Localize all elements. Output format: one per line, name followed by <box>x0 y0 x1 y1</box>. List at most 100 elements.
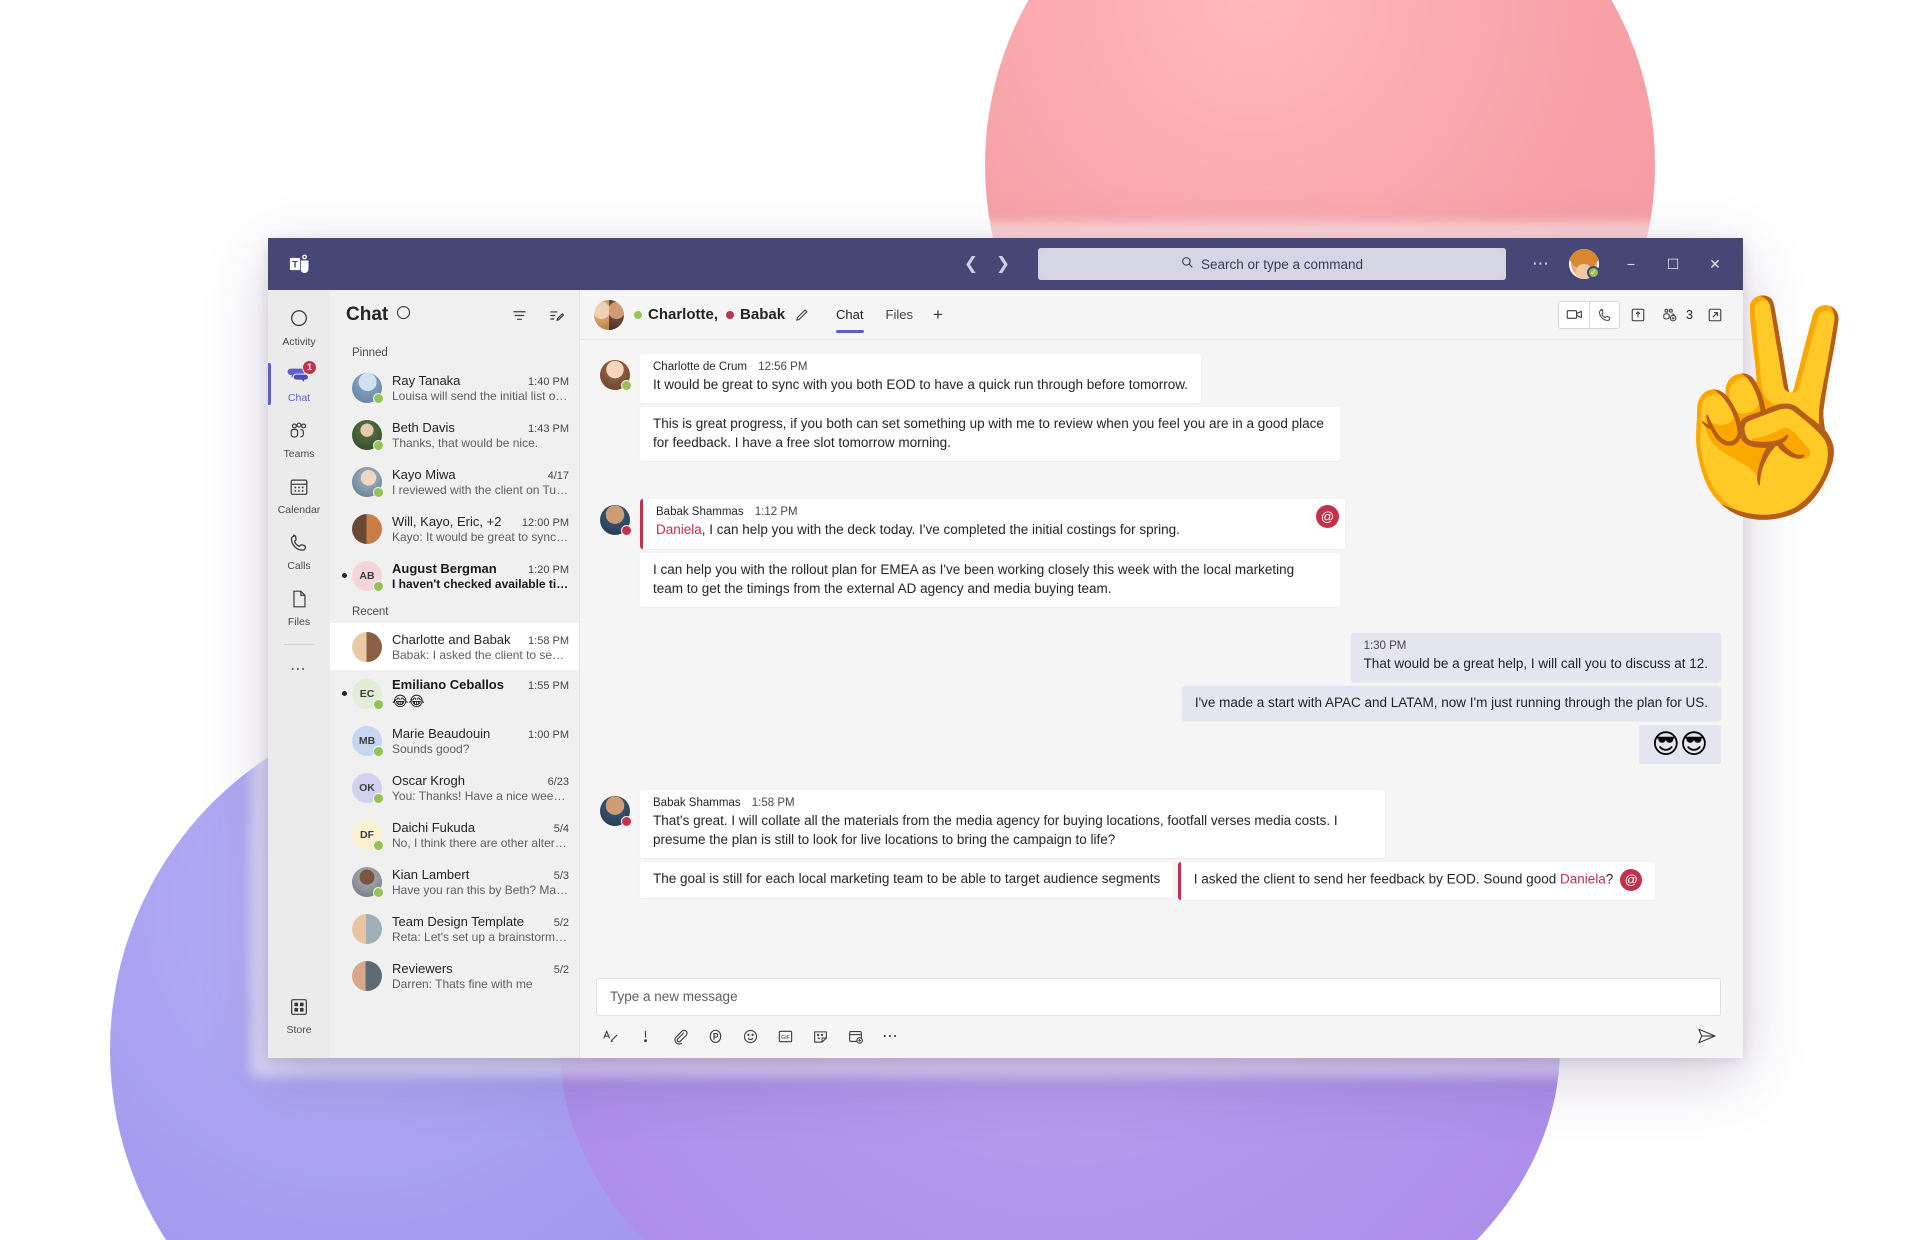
plus-icon[interactable]: + <box>925 305 951 325</box>
message-bubble[interactable]: I can help you with the rollout plan for… <box>640 552 1340 607</box>
back-icon[interactable]: ❮ <box>958 251 984 277</box>
list-item[interactable]: EC Emiliano Ceballos 1:55 PM 😂😂 <box>330 670 579 717</box>
list-item-preview: Kayo: It would be great to sync with… <box>392 529 569 544</box>
list-item-time: 1:00 PM <box>528 728 569 741</box>
avatar <box>600 360 632 391</box>
message-text: Daniela, I can help you with the deck to… <box>656 520 1332 539</box>
mention-token: Daniela <box>1559 871 1606 887</box>
calendar-icon <box>288 476 310 503</box>
list-item-time: 12:00 PM <box>521 516 569 529</box>
tab-files[interactable]: Files <box>876 290 923 340</box>
filter-icon[interactable] <box>511 307 528 324</box>
minimize-icon[interactable]: − <box>1611 238 1651 290</box>
list-item-time: 5/4 <box>553 822 569 835</box>
message-reaction[interactable]: 😎😎 <box>1638 725 1721 764</box>
participant-name-2: Babak <box>740 306 786 323</box>
format-text-icon[interactable] <box>602 1028 619 1045</box>
list-item-time: 1:55 PM <box>528 680 569 692</box>
message-input-placeholder: Type a new message <box>610 989 738 1004</box>
avatar <box>352 631 382 662</box>
more-options-icon[interactable]: ⋯ <box>1520 254 1563 274</box>
message-author: Charlotte de Crum <box>653 361 747 373</box>
message-bubble[interactable]: Charlotte de Crum 12:56 PM It would be g… <box>640 354 1202 404</box>
list-item[interactable]: Charlotte and Babak 1:58 PM Babak: I ask… <box>330 623 579 670</box>
avatar-initials: OK <box>359 781 375 794</box>
presence-available-icon <box>373 839 384 851</box>
search-input[interactable]: Search or type a command <box>1038 248 1506 280</box>
sticker-icon[interactable] <box>812 1028 829 1045</box>
presence-available-icon <box>621 380 632 391</box>
navigation-arrows[interactable]: ❮ ❯ <box>958 251 1016 277</box>
presence-available-icon <box>373 439 384 451</box>
avatar-initials: MB <box>358 734 376 747</box>
message-text: I've made a start with APAC and LATAM, n… <box>1194 695 1708 711</box>
sidebar-item-teams[interactable]: Teams <box>268 412 330 468</box>
compose-area: Type a new message GIF ⋯ <box>580 978 1743 1058</box>
attach-icon[interactable] <box>672 1028 689 1045</box>
sidebar-item-store[interactable]: Store <box>268 988 330 1044</box>
list-item[interactable]: Beth Davis 1:43 PM Thanks, that would be… <box>330 411 579 458</box>
avatar[interactable]: ✓ <box>1569 249 1600 279</box>
schedule-meeting-icon[interactable] <box>847 1028 864 1045</box>
more-options-icon[interactable]: ⋯ <box>882 1026 900 1046</box>
sidebar-item-label: Chat <box>287 392 311 405</box>
avatar <box>352 419 384 451</box>
tab-chat[interactable]: Chat <box>826 290 873 340</box>
message-bubble[interactable]: Babak Shammas 1:58 PM That's great. I wi… <box>640 789 1385 858</box>
emoji-icon[interactable] <box>742 1028 759 1045</box>
sidebar-item-calendar[interactable]: Calendar <box>268 468 330 524</box>
list-item-preview: Louisa will send the initial list of att… <box>392 388 569 403</box>
message-input[interactable]: Type a new message <box>596 978 1721 1016</box>
message-bubble[interactable]: This is great progress, if you both can … <box>640 407 1340 462</box>
giphy-icon[interactable]: GIF <box>777 1028 794 1045</box>
message-time: 12:56 PM <box>758 361 808 373</box>
avatar <box>352 913 382 944</box>
sidebar-item-files[interactable]: Files <box>268 580 330 636</box>
pencil-icon[interactable] <box>794 307 810 323</box>
list-item[interactable]: Kian Lambert 5/3 Have you ran this by Be… <box>330 858 579 905</box>
list-item[interactable]: Will, Kayo, Eric, +2 12:00 PM Kayo: It w… <box>330 505 579 552</box>
rail-more-apps-icon[interactable]: ⋯ <box>290 649 308 689</box>
list-item-time: 1:43 PM <box>528 422 569 435</box>
message-bubble[interactable]: I've made a start with APAC and LATAM, n… <box>1181 686 1721 722</box>
message-bubble[interactable]: 1:30 PM That would be a great help, I wi… <box>1350 632 1721 683</box>
forward-icon[interactable]: ❯ <box>990 251 1016 277</box>
send-icon[interactable] <box>1697 1027 1717 1045</box>
list-item[interactable]: AB August Bergman 1:20 PM I haven't chec… <box>330 552 579 599</box>
presence-available-icon <box>373 886 384 898</box>
phone-call-icon[interactable] <box>1589 301 1619 328</box>
list-item-time: 5/2 <box>553 916 569 929</box>
presence-available-icon <box>373 486 384 498</box>
close-icon[interactable]: ✕ <box>1695 238 1735 290</box>
message-bubble[interactable]: The goal is still for each local marketi… <box>640 862 1174 898</box>
circle-icon[interactable] <box>396 305 411 325</box>
sidebar-item-calls[interactable]: Calls <box>268 524 330 580</box>
list-item[interactable]: DF Daichi Fukuda 5/4 No, I think there a… <box>330 811 579 858</box>
sidebar-item-label: Store <box>286 1024 312 1037</box>
message-time: 1:12 PM <box>754 506 798 519</box>
list-item[interactable]: Reviewers 5/2 Darren: Thats fine with me <box>330 952 579 999</box>
list-item-name: Daichi Fukuda <box>392 819 476 835</box>
video-call-icon[interactable] <box>1559 302 1589 328</box>
list-item[interactable]: Team Design Template 5/2 Reta: Let's set… <box>330 905 579 952</box>
avatar <box>352 960 382 991</box>
chat-tabs: Chat Files + <box>826 290 951 340</box>
app-rail: Activity 1 Chat Teams Calendar Calls Fil… <box>268 290 330 1058</box>
message-bubble[interactable]: Babak Shammas 1:12 PM Daniela, I can hel… <box>640 499 1345 549</box>
list-item[interactable]: MB Marie Beaudouin 1:00 PM Sounds good? <box>330 717 579 764</box>
sidebar-item-activity[interactable]: Activity <box>268 300 330 356</box>
list-item-text: Emiliano Ceballos 1:55 PM 😂😂 <box>392 677 569 710</box>
important-icon[interactable] <box>637 1028 654 1045</box>
message-column: Babak Shammas 1:58 PM That's great. I wi… <box>640 789 1721 904</box>
avatar: DF <box>352 819 384 851</box>
maximize-icon[interactable]: ☐ <box>1653 238 1693 290</box>
list-item[interactable]: OK Oscar Krogh 6/23 You: Thanks! Have a … <box>330 764 579 811</box>
list-item-preview: 😂😂 <box>392 693 425 709</box>
sidebar-item-chat[interactable]: 1 Chat <box>268 356 330 412</box>
sidebar-item-label: Files <box>287 616 311 629</box>
message-bubble[interactable]: I asked the client to send her feedback … <box>1177 861 1656 900</box>
new-chat-icon[interactable] <box>548 307 565 324</box>
list-item[interactable]: Kayo Miwa 4/17 I reviewed with the clien… <box>330 458 579 505</box>
list-item[interactable]: Ray Tanaka 1:40 PM Louisa will send the … <box>330 364 579 411</box>
praise-icon[interactable] <box>707 1028 724 1045</box>
